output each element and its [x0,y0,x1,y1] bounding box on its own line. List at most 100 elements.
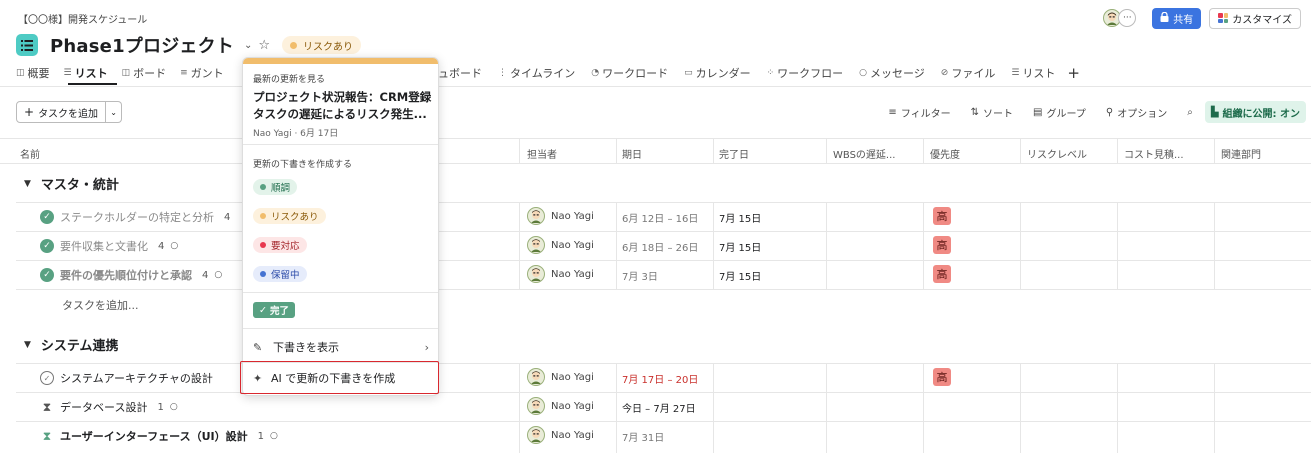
table-row[interactable]: ✓ 要件の優先順位付けと承認 4 ○ Nao Yagi 7月 3日 7月 15日… [0,260,1311,290]
table-row[interactable]: ✓ ステークホルダーの特定と分析 4 Nao Yagi 6月 12日 – 16日… [0,202,1311,231]
assignee-cell[interactable]: Nao Yagi [527,368,594,386]
column-divider [923,138,924,163]
due-date[interactable]: 6月 18日 – 26日 [622,239,698,254]
task-name[interactable]: ⧗ ユーザーインターフェース（UI）設計 1 ○ [40,428,278,444]
column-header-cost[interactable]: コスト見積... [1124,146,1184,161]
tab-list-2[interactable]: ☰ リスト [1011,65,1055,81]
publish-button[interactable]: ▙ 組織に公開: オン [1204,101,1306,123]
column-header-assignee[interactable]: 担当者 [527,146,557,161]
tab-gantt[interactable]: ≡ ガント [180,65,224,81]
priority-badge[interactable]: 高 [933,236,951,254]
page-title: Phase1プロジェクト [50,36,234,57]
share-button[interactable]: 共有 [1152,7,1202,29]
assignee-cell[interactable]: Nao Yagi [527,265,594,283]
priority-badge[interactable]: 高 [933,265,951,283]
status-badge[interactable]: リスクあり [282,36,362,54]
task-name[interactable]: ✓ システムアーキテクチャの設計 [40,370,213,386]
tab-list[interactable]: ☰ リスト [64,65,108,81]
tab-board[interactable]: ◫ ボード [122,65,167,81]
assignee-cell[interactable]: Nao Yagi [527,207,594,225]
tab-overview[interactable]: ◫ 概要 [16,65,50,81]
status-option-at-risk[interactable]: リスクあり [253,208,326,224]
filter-button[interactable]: ≡ フィルター [888,105,950,120]
list-icon: ☰ [63,68,72,78]
column-header-completed[interactable]: 完了日 [719,146,749,161]
chevron-down-icon[interactable]: ⌄ [244,40,252,51]
section-header[interactable]: ▼ システム連携 [24,335,119,354]
status-dot-icon [260,271,266,277]
tab-files[interactable]: ⊘ ファイル [941,65,996,81]
column-header-priority[interactable]: 優先度 [930,146,960,161]
completed-date[interactable]: 7月 15日 [719,210,761,225]
table-row[interactable]: ⧗ ユーザーインターフェース（UI）設計 1 ○ Nao Yagi 7月 31日 [0,421,1311,450]
hourglass-icon[interactable]: ⧗ [40,429,54,443]
search-icon: ⌕ [1187,106,1193,118]
due-date[interactable]: 7月 3日 [622,268,658,283]
column-header-due[interactable]: 期日 [622,146,642,161]
column-header-wbs[interactable]: WBSの遅延... [833,146,895,161]
members[interactable]: ··· [1103,9,1137,27]
status-option-off-track[interactable]: 要対応 [253,237,307,253]
completed-date[interactable]: 7月 15日 [719,239,761,254]
due-date[interactable]: 7月 17日 – 20日 [622,371,698,386]
due-date[interactable]: 今日 – 7月 27日 [622,400,696,415]
hourglass-icon[interactable]: ⧗ [40,400,54,414]
due-date[interactable]: 6月 12日 – 16日 [622,210,698,225]
search-button[interactable]: ⌕ [1187,107,1193,118]
tab-workflow[interactable]: ⁘ ワークフロー [767,65,844,81]
list-icon: ☰ [1011,68,1020,78]
check-complete-icon[interactable]: ✓ [40,210,54,224]
add-task-link[interactable]: タスクを追加... [62,297,139,313]
project-list-icon[interactable] [16,34,38,56]
task-name[interactable]: ✓ 要件の優先順位付けと承認 4 ○ [40,267,222,283]
collapse-triangle-icon[interactable]: ▼ [24,179,31,189]
priority-badge[interactable]: 高 [933,368,951,386]
section-header[interactable]: ▼ マスタ・統計 [24,174,119,193]
show-drafts-menu-item[interactable]: ✎ 下書きを表示 › [253,339,429,355]
gantt-icon: ≡ [180,68,188,78]
table-row[interactable]: ✓ 要件収集と文書化 4 ○ Nao Yagi 6月 18日 – 26日 7月 … [0,231,1311,260]
task-name[interactable]: ✓ 要件収集と文書化 4 ○ [40,238,178,254]
task-name[interactable]: ✓ ステークホルダーの特定と分析 4 [40,209,230,225]
options-button[interactable]: ⚲ オプション [1106,105,1167,120]
column-header-name[interactable]: 名前 [20,146,40,161]
due-date[interactable]: 7月 31日 [622,429,664,444]
breadcrumb[interactable]: 【〇〇様】開発スケジュール [18,11,147,26]
task-name[interactable]: ⧗ データベース設計 1 ○ [40,399,178,415]
assignee-cell[interactable]: Nao Yagi [527,426,594,444]
status-dot-icon [290,41,298,49]
check-complete-icon[interactable]: ✓ [40,268,54,282]
column-header-dept[interactable]: 関連部門 [1221,146,1261,161]
collapse-triangle-icon[interactable]: ▼ [24,340,31,350]
status-option-complete[interactable]: ✓ 完了 [253,302,295,318]
add-tab-button[interactable]: + [1067,64,1080,82]
active-tab-indicator [68,83,117,85]
tab-dashboard[interactable]: ュボード [438,65,482,81]
table-row[interactable]: ✓ システムアーキテクチャの設計 Nao Yagi 7月 17日 – 20日 高 [0,363,1311,392]
tab-workload[interactable]: ◔ ワークロード [591,65,668,81]
more-members-icon[interactable]: ··· [1118,9,1137,27]
file-icon: ⊘ [940,68,949,78]
latest-update-title[interactable]: プロジェクト状況報告：CRM登録 タスクの遅延によるリスク発生... [253,89,433,123]
priority-badge[interactable]: 高 [933,207,951,225]
table-row[interactable]: ⧗ データベース設計 1 ○ Nao Yagi 今日 – 7月 27日 [0,392,1311,421]
group-button[interactable]: ▤ グループ [1033,105,1086,120]
star-icon[interactable]: ☆ [258,38,270,53]
tab-messages[interactable]: ○ メッセージ [859,65,925,81]
assignee-cell[interactable]: Nao Yagi [527,397,594,415]
check-complete-icon[interactable]: ✓ [40,239,54,253]
status-option-on-track[interactable]: 順調 [253,179,298,195]
add-task-button[interactable]: + タスクを追加 [16,101,107,123]
add-task-dropdown[interactable]: ⌄ [106,101,123,123]
workflow-icon: ⁘ [766,68,775,78]
customize-button[interactable]: カスタマイズ [1209,7,1301,29]
status-option-on-hold[interactable]: 保留中 [253,266,307,282]
column-header-risk[interactable]: リスクレベル [1027,146,1087,161]
assignee-cell[interactable]: Nao Yagi [527,236,594,254]
sort-button[interactable]: ⇅ ソート [971,105,1013,120]
check-incomplete-icon[interactable]: ✓ [40,371,54,385]
tab-calendar[interactable]: ▭ カレンダー [684,65,751,81]
completed-date[interactable]: 7月 15日 [719,268,761,283]
column-divider [826,363,827,453]
tab-timeline[interactable]: ⋮ タイムライン [498,65,575,81]
